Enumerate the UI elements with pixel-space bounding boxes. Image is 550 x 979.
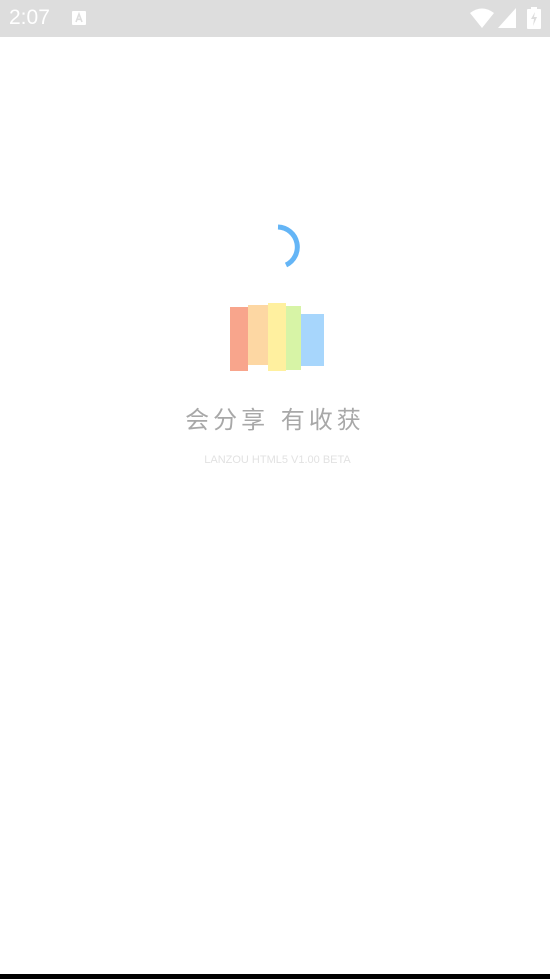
wifi-icon xyxy=(470,8,494,28)
slogan-text: 会分享 有收获 xyxy=(185,406,365,434)
signal-icon xyxy=(498,8,516,28)
status-bar: 2:07 xyxy=(0,0,550,37)
battery-charging-icon xyxy=(527,7,541,29)
bottom-edge xyxy=(0,974,550,979)
notification-a-icon xyxy=(72,11,86,25)
version-text: LANZOU HTML5 V1.00 BETA xyxy=(204,454,351,466)
status-time: 2:07 xyxy=(9,6,50,29)
lanzou-logo xyxy=(230,303,324,371)
loading-spinner xyxy=(277,224,300,268)
